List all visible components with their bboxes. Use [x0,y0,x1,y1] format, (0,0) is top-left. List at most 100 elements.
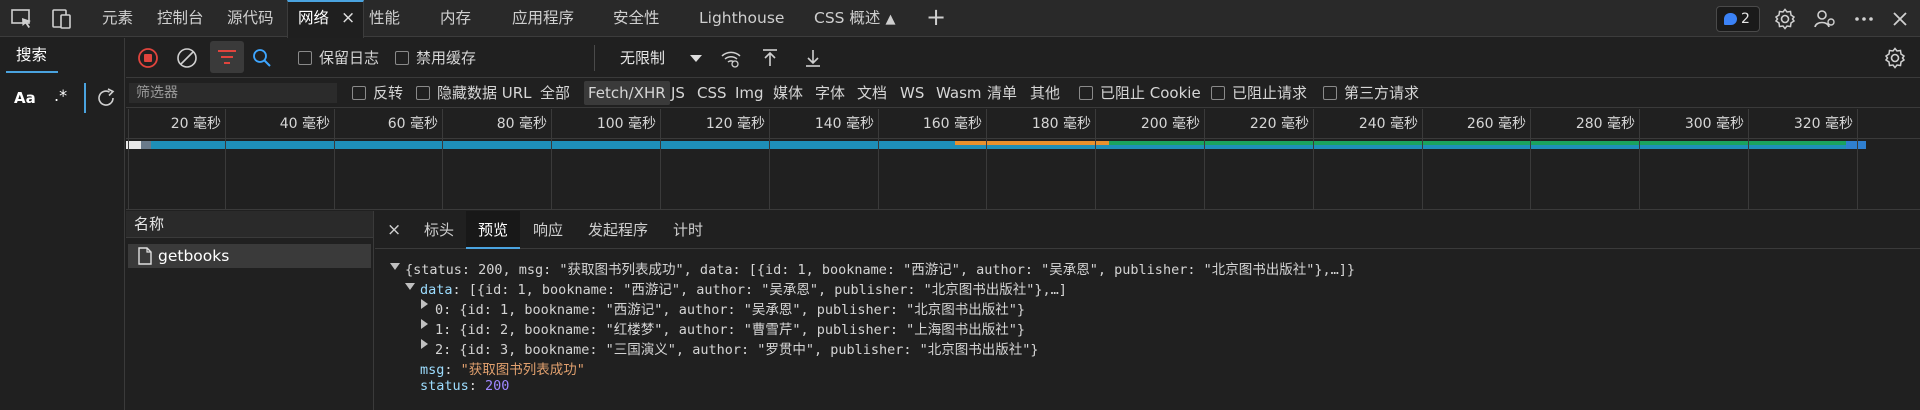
close-devtools-icon[interactable] [1888,7,1912,31]
blocked-cookies-checkbox[interactable] [1079,86,1093,100]
stop-recording-icon[interactable] [136,46,160,70]
customize-profile-icon[interactable] [1813,7,1837,31]
network-settings-gear-icon[interactable] [1883,46,1907,70]
timeline-bar-stalled-start [141,141,151,149]
preview-msg-row[interactable]: msg: "获取图书列表成功" [420,358,585,378]
timeline-gridline [769,109,770,210]
throttling-select[interactable]: 无限制 [616,45,708,71]
preserve-log-checkbox[interactable] [298,51,312,65]
filter-input[interactable]: 筛选器 [129,83,337,103]
filter-toggle[interactable] [210,41,244,73]
filter-type-doc[interactable]: 文档 [857,78,887,108]
inspect-element-icon[interactable] [10,7,34,31]
more-options-icon[interactable] [1852,7,1876,31]
export-har-icon[interactable] [801,46,825,70]
name-column-header[interactable]: 名称 [126,211,373,238]
tab-elements[interactable]: 元素 [102,0,133,37]
expand-root-icon[interactable] [390,263,400,270]
clear-icon[interactable] [175,46,199,70]
filter-type-fetch-xhr[interactable]: Fetch/XHR [584,81,670,105]
invert-checkbox[interactable] [352,86,366,100]
timeline-tick-label: 120 毫秒 [705,116,765,132]
expand-item-2-icon[interactable] [421,339,428,349]
timeline-tick-label: 80 毫秒 [496,116,547,132]
third-party-checkbox[interactable] [1323,86,1337,100]
timeline-gridline [1857,109,1858,210]
device-emulation-icon[interactable] [50,7,74,31]
tab-memory[interactable]: 内存 [440,0,471,37]
add-tab-button[interactable]: + [926,0,946,37]
timeline-tick-label: 20 毫秒 [170,116,221,132]
filter-type-ws[interactable]: WS [900,78,924,108]
timeline-gridline [986,109,987,210]
timeline-tick-label: 100 毫秒 [596,116,656,132]
filter-type-manifest[interactable]: 清单 [987,78,1017,108]
filter-type-font[interactable]: 字体 [815,78,845,108]
tab-lighthouse[interactable]: Lighthouse [699,0,784,37]
tab-headers[interactable]: 标头 [424,211,454,249]
msg-value: "获取图书列表成功" [460,362,585,378]
match-case-toggle[interactable]: Aa [14,89,36,107]
filter-type-css[interactable]: CSS [697,78,727,108]
tab-preview[interactable]: 预览 [466,211,521,249]
expand-item-0-icon[interactable] [421,299,428,309]
preview-data-row[interactable]: data: [{id: 1, bookname: "西游记", author: … [420,278,1067,298]
preserve-log-label: 保留日志 [319,49,380,67]
settings-gear-icon[interactable] [1773,7,1797,31]
timeline-tick-label: 260 毫秒 [1466,116,1526,132]
experiment-flask-icon: ▲ [885,12,896,27]
preview-root-summary[interactable]: {status: 200, msg: "获取图书列表成功", data: [{i… [405,258,1355,278]
timeline-gridline [1422,109,1423,210]
hide-data-url-checkbox[interactable] [416,86,430,100]
tab-console[interactable]: 控制台 [157,0,204,37]
tab-response[interactable]: 响应 [533,211,563,249]
timeline-tick-label: 60 毫秒 [387,116,438,132]
filter-type-wasm[interactable]: Wasm [936,78,982,108]
issues-badge[interactable]: 2 [1716,6,1760,32]
import-har-icon[interactable] [758,46,782,70]
tab-security[interactable]: 安全性 [613,0,660,37]
tab-performance[interactable]: 性能 [369,0,400,37]
preview-status-row[interactable]: status: 200 [420,378,509,394]
filter-type-img[interactable]: Img [735,78,764,108]
filter-type-js[interactable]: JS [671,78,685,108]
detail-tabs: × 标头 预览 响应 发起程序 计时 [375,211,1920,249]
search-icon[interactable] [250,46,274,70]
tab-sources[interactable]: 源代码 [227,0,274,37]
invert-label: 反转 [373,84,404,102]
disable-cache-checkbox[interactable] [395,51,409,65]
data-key: data [420,282,453,298]
request-row-getbooks[interactable]: getbooks [128,244,371,268]
status-value: 200 [485,378,510,394]
tab-css-overview[interactable]: CSS 概述 ▲ [814,0,895,37]
msg-key: msg [420,362,445,378]
filter-type-other[interactable]: 其他 [1030,78,1060,108]
close-detail-icon[interactable]: × [387,220,401,240]
preview-item-2[interactable]: 2: {id: 3, bookname: "三国演义", author: "罗贯… [435,338,1039,358]
search-tab[interactable]: 搜索 [6,38,58,73]
close-tab-icon[interactable]: × [341,2,355,35]
issues-icon [1724,13,1737,25]
tab-network[interactable]: 网络 × [287,0,365,38]
timeline-gridline [128,109,129,210]
filter-type-all[interactable]: 全部 [540,78,570,108]
network-overview-timeline[interactable]: 20 毫秒 40 毫秒 60 毫秒 80 毫秒 100 毫秒 120 毫秒 140 毫秒 16… [126,109,1920,210]
timeline-tick-label: 280 毫秒 [1575,116,1635,132]
preview-item-1[interactable]: 1: {id: 2, bookname: "红楼梦", author: "曹雪芹… [435,318,1025,338]
tab-timing[interactable]: 计时 [673,211,703,249]
expand-item-1-icon[interactable] [421,319,428,329]
timeline-gridline [225,109,226,210]
regex-toggle[interactable]: .* [54,86,67,105]
network-conditions-icon[interactable] [719,46,743,70]
tab-application[interactable]: 应用程序 [512,0,574,37]
refresh-icon[interactable] [94,86,118,110]
blocked-requests-checkbox[interactable] [1211,86,1225,100]
expand-data-icon[interactable] [405,283,415,290]
search-input-cursor[interactable] [84,83,86,113]
timeline-gridline [1204,109,1205,210]
filter-type-media[interactable]: 媒体 [773,78,803,108]
chevron-down-icon [690,55,702,62]
timeline-bar-download-lower [1109,145,1848,149]
preview-item-0[interactable]: 0: {id: 1, bookname: "西游记", author: "吴承恩… [435,298,1025,318]
tab-initiator[interactable]: 发起程序 [588,211,648,249]
